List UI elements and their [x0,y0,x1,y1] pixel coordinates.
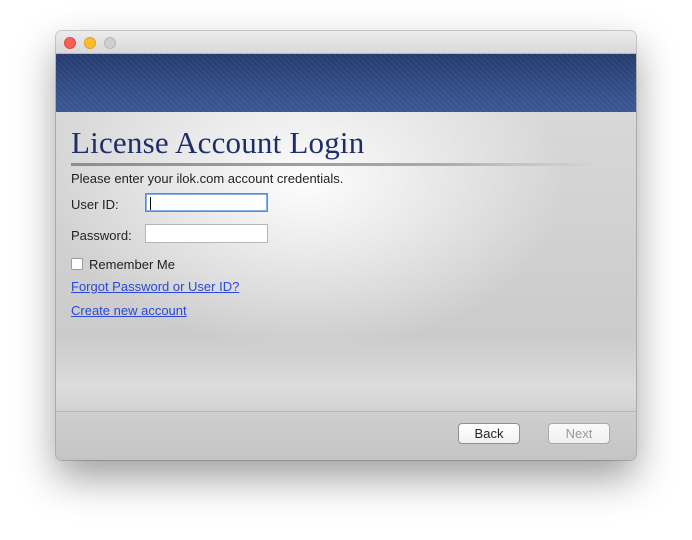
create-account-link[interactable]: Create new account [71,303,187,318]
forgot-password-link[interactable]: Forgot Password or User ID? [71,279,239,294]
remember-me-checkbox[interactable] [71,258,83,270]
password-input[interactable] [145,224,268,243]
next-button[interactable]: Next [548,423,610,444]
text-caret [150,197,151,210]
title-divider [71,163,596,166]
title-bar [56,31,636,54]
userid-label: User ID: [71,197,119,212]
header-banner [56,54,636,112]
login-panel: License Account Login Please enter your … [56,112,636,411]
remember-me-label[interactable]: Remember Me [89,257,175,272]
remember-me-row[interactable]: Remember Me [71,256,175,272]
page-title: License Account Login [71,125,365,160]
minimize-window-button[interactable] [84,37,96,49]
userid-input[interactable] [145,193,268,212]
zoom-window-button[interactable] [104,37,116,49]
license-login-window: License Account Login Please enter your … [56,31,636,460]
close-window-button[interactable] [64,37,76,49]
back-button[interactable]: Back [458,423,520,444]
password-label: Password: [71,228,132,243]
button-bar: Back Next [56,411,636,460]
instructions-text: Please enter your ilok.com account crede… [71,171,344,186]
